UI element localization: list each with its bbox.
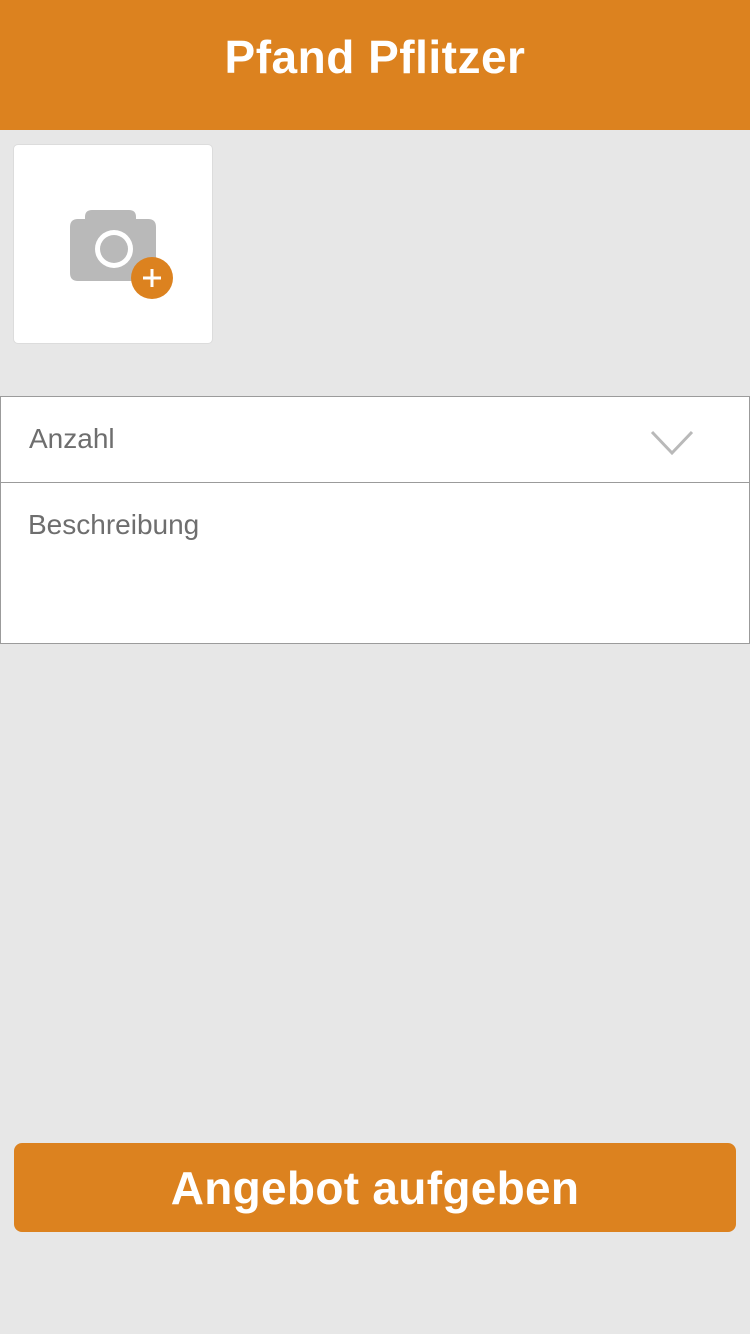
description-field[interactable]: Beschreibung [0,482,750,644]
quantity-label: Anzahl [29,423,115,454]
description-placeholder: Beschreibung [28,509,200,540]
submit-offer-label: Angebot aufgeben [170,1161,580,1214]
submit-offer-button[interactable]: Angebot aufgeben [14,1143,736,1232]
page-title: Pfand Pflitzer [224,31,526,83]
app-header: Pfand Pflitzer [0,0,750,130]
add-photo-button[interactable] [14,145,212,343]
camera-add-icon [70,210,173,299]
quantity-select[interactable]: Anzahl [0,396,750,483]
chevron-down-icon [650,430,694,456]
